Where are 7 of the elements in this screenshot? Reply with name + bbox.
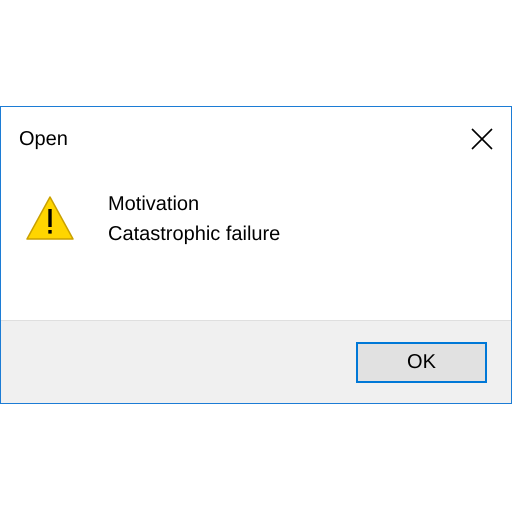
window-title: Open [19, 128, 68, 150]
close-button[interactable] [471, 128, 493, 150]
warning-icon [25, 195, 75, 241]
message-text: Catastrophic failure [108, 222, 280, 247]
close-icon [471, 128, 493, 150]
message-text: Motivation [108, 192, 200, 217]
ok-button[interactable]: OK [356, 342, 487, 382]
